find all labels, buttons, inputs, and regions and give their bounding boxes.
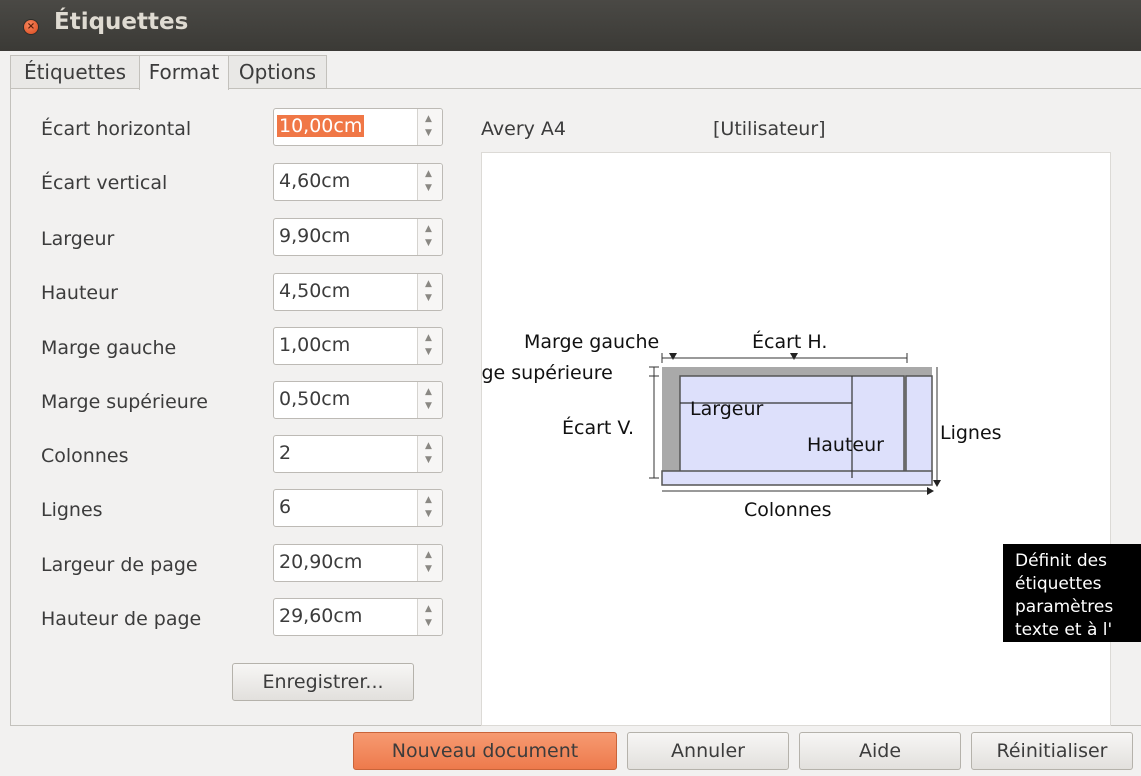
largeur-page-stepper[interactable]: 20,90cm ▲ ▼ <box>273 544 443 582</box>
tooltip-line: paramètres <box>1015 597 1114 617</box>
diagram-ecart-v: Écart V. <box>562 416 634 439</box>
hauteur-page-value: 29,60cm <box>279 605 363 627</box>
diagram-hauteur: Hauteur <box>807 434 884 456</box>
ecart-horizontal-stepper[interactable]: 10,00cm ▲ ▼ <box>273 108 443 146</box>
label-colonnes: Colonnes <box>41 445 129 467</box>
ecart-horizontal-value: 10,00cm <box>277 115 365 137</box>
diagram-lignes: Lignes <box>940 422 1002 444</box>
marge-gauche-value: 1,00cm <box>279 334 351 356</box>
spin-buttons[interactable]: ▲ ▼ <box>417 328 442 364</box>
diagram-colonnes: Colonnes <box>744 499 831 521</box>
lignes-value: 6 <box>279 496 292 518</box>
diagram-ecart-h: Écart H. <box>752 330 827 353</box>
help-button[interactable]: Aide <box>799 732 961 770</box>
close-icon[interactable]: × <box>24 20 38 34</box>
marge-superieure-stepper[interactable]: 0,50cm ▲ ▼ <box>273 381 443 419</box>
cancel-button[interactable]: Annuler <box>627 732 789 770</box>
largeur-value: 9,90cm <box>279 225 351 247</box>
spin-buttons[interactable]: ▲ ▼ <box>417 436 442 472</box>
lignes-stepper[interactable]: 6 ▲ ▼ <box>273 489 443 527</box>
colonnes-stepper[interactable]: 2 ▲ ▼ <box>273 435 443 473</box>
tooltip: Définit des étiquettes paramètres texte … <box>1003 544 1141 642</box>
type-label: [Utilisateur] <box>713 118 826 140</box>
label-hauteur-page: Hauteur de page <box>41 608 202 630</box>
label-marge-gauche: Marge gauche <box>41 337 177 359</box>
spin-buttons[interactable]: ▲ ▼ <box>417 219 442 255</box>
label-rect <box>679 375 905 479</box>
diagram-marge-superieure: rge supérieure <box>482 362 613 384</box>
tab-options[interactable]: Options <box>228 55 327 88</box>
hauteur-page-stepper[interactable]: 29,60cm ▲ ▼ <box>273 598 443 636</box>
reset-button[interactable]: Réinitialiser <box>971 732 1133 770</box>
label-hauteur: Hauteur <box>41 282 118 304</box>
brand-label: Avery A4 <box>481 118 566 140</box>
save-button[interactable]: Enregistrer... <box>232 663 414 701</box>
tab-etiquettes[interactable]: Étiquettes <box>10 55 140 88</box>
ecart-vertical-value: 4,60cm <box>279 170 351 192</box>
diagram-largeur: Largeur <box>690 398 763 420</box>
ecart-vertical-stepper[interactable]: 4,60cm ▲ ▼ <box>273 163 443 201</box>
spin-buttons[interactable]: ▲ ▼ <box>417 599 442 635</box>
label-rect-next <box>905 375 933 479</box>
tooltip-line: Définit des <box>1015 551 1107 571</box>
spin-buttons[interactable]: ▲ ▼ <box>417 382 442 418</box>
label-marge-superieure: Marge supérieure <box>41 391 208 413</box>
window-title: Étiquettes <box>54 9 189 35</box>
spin-buttons[interactable]: ▲ ▼ <box>417 274 442 310</box>
hauteur-stepper[interactable]: 4,50cm ▲ ▼ <box>273 273 443 311</box>
spin-buttons[interactable]: ▲ ▼ <box>417 164 442 200</box>
marge-gauche-stepper[interactable]: 1,00cm ▲ ▼ <box>273 327 443 365</box>
new-document-button[interactable]: Nouveau document <box>353 732 617 770</box>
label-rect-below <box>661 470 933 486</box>
label-lignes: Lignes <box>41 499 103 521</box>
title-bar: × Étiquettes <box>0 0 1141 51</box>
spin-buttons[interactable]: ▲ ▼ <box>417 545 442 581</box>
tooltip-line: étiquettes <box>1015 574 1102 594</box>
label-ecart-horizontal: Écart horizontal <box>41 118 192 140</box>
label-ecart-vertical: Écart vertical <box>41 172 168 194</box>
marge-superieure-value: 0,50cm <box>279 388 351 410</box>
spin-buttons[interactable]: ▲ ▼ <box>417 109 442 145</box>
label-largeur: Largeur <box>41 228 115 250</box>
spin-buttons[interactable]: ▲ ▼ <box>417 490 442 526</box>
label-largeur-page: Largeur de page <box>41 554 198 576</box>
largeur-stepper[interactable]: 9,90cm ▲ ▼ <box>273 218 443 256</box>
tooltip-line: texte et à l' <box>1015 620 1113 640</box>
largeur-page-value: 20,90cm <box>279 551 363 573</box>
hauteur-value: 4,50cm <box>279 280 351 302</box>
tab-format[interactable]: Format <box>139 55 229 90</box>
diagram-marge-gauche: Marge gauche <box>524 331 659 353</box>
colonnes-value: 2 <box>279 442 292 464</box>
